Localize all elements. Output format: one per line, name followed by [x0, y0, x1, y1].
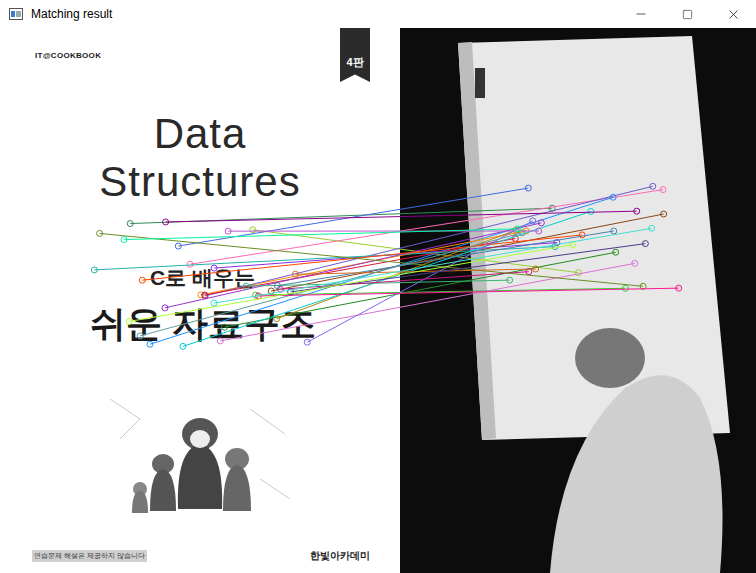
maximize-icon [682, 9, 693, 20]
match-line [202, 183, 656, 299]
match-line [243, 277, 512, 289]
title-bar: Matching result [0, 0, 756, 28]
maximize-button[interactable] [664, 0, 710, 28]
match-line [127, 205, 555, 226]
match-line [137, 230, 525, 339]
match-line [304, 218, 536, 345]
match-line [175, 185, 531, 249]
match-line [211, 225, 655, 306]
photo-frame [400, 28, 756, 573]
match-line [277, 269, 531, 293]
window-controls [618, 0, 756, 28]
match-line [225, 228, 542, 234]
korean-title: 쉬운 자료구조 [90, 300, 400, 349]
app-icon [9, 8, 23, 20]
match-line [97, 230, 647, 289]
match-line [255, 285, 681, 299]
publisher-label: 한빛아카데미 [310, 549, 370, 563]
match-line [292, 266, 538, 277]
title-line: Structures [99, 158, 300, 206]
match-line [162, 220, 544, 311]
match-line [288, 241, 649, 295]
match-line [217, 260, 637, 344]
cover-footer: 연습문제 해설은 제공하지 않습니다 한빛아카데미 [0, 549, 400, 573]
match-line [187, 187, 666, 268]
series-label: IT@COOKBOOK [35, 51, 101, 60]
cover-subtitle: C로 배우는 [150, 264, 400, 292]
minimize-button[interactable] [618, 0, 664, 28]
match-line [121, 226, 521, 243]
cover-header: IT@COOKBOOK 4판 [0, 28, 400, 82]
matryoshka-illustration [100, 379, 300, 519]
book-cover-image: IT@COOKBOOK 4판 DataStructures C로 배우는쉬운 자료구조… [0, 28, 400, 573]
window-title: Matching result [31, 7, 618, 21]
cover-note: 연습문제 해설은 제공하지 않습니다 [32, 550, 147, 562]
match-line [147, 194, 616, 347]
image-canvas: IT@COOKBOOK 4판 DataStructures C로 배우는쉬운 자료구조… [0, 28, 756, 573]
match-line [274, 228, 616, 289]
match-line [274, 227, 519, 322]
matching-window: Matching result IT@COOKBOOK 4판 DataStructur… [0, 0, 756, 573]
match-line [221, 249, 618, 330]
match-line [202, 235, 519, 298]
title-line: Data [154, 110, 247, 158]
close-icon [726, 7, 741, 22]
edition-tab: 4판 [340, 28, 370, 82]
match-line [268, 211, 666, 294]
match-line [211, 240, 560, 272]
match-line [126, 242, 576, 325]
match-line [163, 208, 640, 225]
match-line [253, 285, 629, 298]
match-line [91, 244, 558, 273]
camera-photo [400, 28, 756, 573]
match-line [250, 227, 582, 276]
match-line [180, 208, 594, 349]
minimize-icon [634, 7, 648, 21]
close-button[interactable] [710, 0, 756, 28]
match-lines [0, 28, 756, 573]
cover-title: DataStructures [0, 110, 400, 206]
match-line [139, 232, 585, 283]
match-line [198, 228, 529, 298]
